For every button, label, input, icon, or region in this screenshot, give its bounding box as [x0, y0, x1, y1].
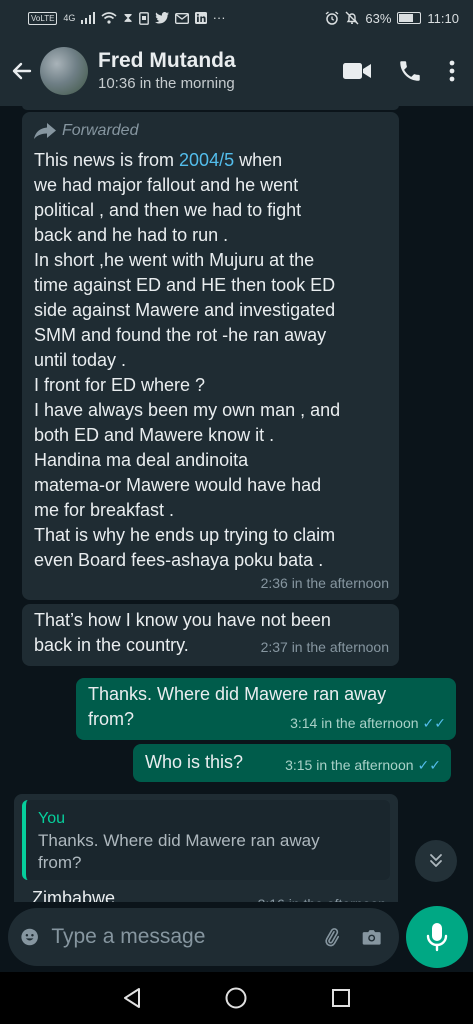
status-bar: VoLTE 4G ⧗ ··· 63% 11:10 — [0, 0, 473, 36]
message-time: 2:37 in the afternoon — [260, 639, 389, 655]
forwarded-indicator: Forwarded — [34, 120, 389, 142]
message-bubble-previous — [22, 106, 399, 110]
message-time: 3:14 in the afternoon — [290, 715, 419, 731]
message-text-part: when we had major fallout and he went po… — [34, 150, 341, 570]
status-bar-left: VoLTE 4G ⧗ ··· — [28, 11, 226, 25]
message-text: This news is from 2004/5 when we had maj… — [34, 148, 389, 573]
contact-name: Fred Mutanda — [98, 49, 236, 72]
twitter-icon — [154, 12, 169, 24]
message-link[interactable]: 2004/5 — [179, 150, 234, 170]
message-time: 3:15 in the afternoon — [285, 757, 414, 773]
quoted-message[interactable]: You Thanks. Where did Mawere ran away fr… — [22, 800, 390, 880]
battery-percent: 63% — [365, 10, 392, 26]
nav-recents-icon[interactable] — [330, 987, 352, 1009]
quote-text: Thanks. Where did Mawere ran away from? — [38, 831, 320, 872]
nav-home-icon[interactable] — [224, 986, 248, 1010]
message-time: 2:36 in the afternoon — [260, 575, 389, 591]
mic-icon — [426, 923, 448, 952]
notification-app-icon — [138, 11, 149, 25]
wifi-icon — [101, 12, 117, 24]
message-time: 3:16 in the afternoon — [258, 892, 386, 902]
back-button[interactable] — [4, 36, 40, 106]
message-bubble-forwarded[interactable]: Forwarded This news is from 2004/5 when … — [22, 112, 399, 600]
more-notifications: ··· — [212, 10, 226, 25]
linkedin-icon — [194, 12, 207, 24]
battery-icon — [397, 12, 422, 24]
system-nav-bar — [0, 972, 473, 1024]
double-check-icon: ✓✓ — [417, 757, 441, 773]
message-input[interactable] — [51, 925, 323, 949]
message-bubble-outgoing[interactable]: Who is this? 3:15 in the afternoon ✓✓ — [133, 744, 451, 782]
volte-indicator: VoLTE — [28, 11, 58, 25]
double-check-icon: ✓✓ — [422, 715, 446, 731]
message-composer — [8, 908, 399, 966]
back-arrow-icon — [12, 62, 32, 80]
camera-icon[interactable] — [362, 924, 381, 950]
phone-icon[interactable] — [397, 58, 423, 84]
attach-icon[interactable] — [322, 923, 341, 951]
mute-bell-icon — [345, 11, 359, 25]
message-bubble-incoming[interactable]: That’s how I know you have not been back… — [22, 604, 399, 666]
hourglass-icon: ⧗ — [123, 10, 133, 25]
chat-header: Fred Mutanda 10:36 in the morning — [0, 36, 473, 106]
scroll-down-icon — [430, 854, 442, 867]
network-type: 4G — [63, 13, 76, 23]
chat-area[interactable]: Forwarded This news is from 2004/5 when … — [0, 106, 473, 902]
message-bubble-reply[interactable]: You Thanks. Where did Mawere ran away fr… — [14, 794, 398, 902]
signal-icon — [81, 12, 96, 24]
more-options-icon[interactable] — [449, 60, 455, 82]
scroll-down-button[interactable] — [415, 840, 457, 882]
email-icon — [174, 12, 189, 24]
input-bar — [0, 902, 473, 972]
header-actions — [343, 58, 455, 84]
alarm-icon — [325, 11, 339, 25]
avatar[interactable] — [40, 47, 88, 95]
message-text-part: This news is from — [34, 150, 180, 170]
last-seen: 10:36 in the morning — [98, 75, 235, 92]
video-call-icon[interactable] — [343, 61, 371, 81]
reply-body: Zimbabwe 3:16 in the afternoon — [22, 886, 390, 902]
message-bubble-outgoing[interactable]: Thanks. Where did Mawere ran away from? … — [76, 678, 456, 740]
forward-icon — [34, 123, 56, 139]
forwarded-label: Forwarded — [62, 122, 139, 139]
message-meta: 3:14 in the afternoon ✓✓ — [290, 711, 446, 736]
contact-info[interactable]: Fred Mutanda 10:36 in the morning — [98, 48, 236, 94]
nav-back-icon[interactable] — [121, 987, 143, 1009]
quote-author: You — [38, 810, 65, 827]
message-text: Zimbabwe — [32, 888, 116, 902]
status-bar-right: 63% 11:10 — [325, 11, 459, 26]
emoji-icon[interactable] — [20, 923, 39, 951]
message-meta: 3:15 in the afternoon ✓✓ — [285, 753, 441, 778]
clock: 11:10 — [427, 10, 459, 26]
mic-button[interactable] — [406, 906, 468, 968]
